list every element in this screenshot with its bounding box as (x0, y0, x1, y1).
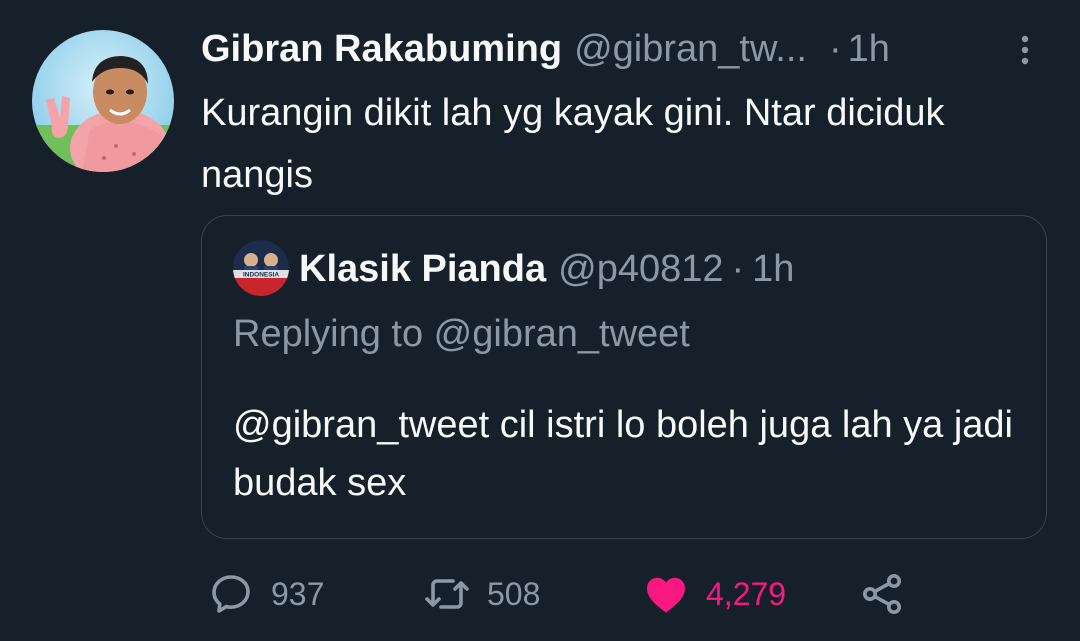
retweet-count: 508 (487, 575, 541, 612)
like-count: 4,279 (706, 575, 787, 612)
separator-dot: · (828, 28, 842, 70)
tweet-text: Kurangin dikit lah yg kayak gini. Ntar d… (201, 92, 945, 196)
user-avatar-icon (32, 30, 174, 172)
quoted-text: @gibran_tweet cil istri lo boleh juga la… (233, 404, 1014, 504)
quoted-header: Klasik Pianda @p40812 · 1h (299, 244, 794, 294)
author-handle[interactable]: @gibran_tw... (574, 26, 807, 72)
retweet-icon (425, 579, 469, 609)
heart-icon (647, 577, 685, 613)
quoted-separator-dot: · (731, 248, 745, 290)
more-options-button[interactable] (1013, 30, 1037, 70)
quoted-author-avatar[interactable]: INDONESIA (233, 240, 289, 296)
quoted-timestamp: 1h (752, 248, 795, 290)
reply-icon (212, 575, 250, 613)
quoted-author-handle[interactable]: @p40812 (558, 244, 723, 294)
share-button[interactable] (858, 570, 906, 618)
share-icon (863, 574, 901, 614)
reply-count: 937 (271, 575, 325, 612)
action-bar: 937 508 4,279 (201, 570, 961, 618)
author-avatar[interactable] (32, 30, 174, 172)
like-button[interactable]: 4,279 (642, 570, 786, 618)
reply-button[interactable]: 937 (207, 570, 324, 618)
tweet-header: Gibran Rakabuming @gibran_tw... · 1h (201, 26, 890, 72)
author-name[interactable]: Gibran Rakabuming (201, 26, 562, 72)
quoted-tweet[interactable]: INDONESIA Klasik Pianda @p40812 · 1h Rep… (201, 215, 1047, 539)
replying-to: Replying to @gibran_tweet (233, 313, 690, 355)
retweet-button[interactable]: 508 (423, 570, 540, 618)
more-vertical-icon (1021, 35, 1029, 65)
news-logo-icon: INDONESIA (233, 240, 289, 296)
tweet-timestamp[interactable]: 1h (848, 26, 890, 72)
news-logo-text: INDONESIA (243, 272, 279, 279)
quoted-author-name[interactable]: Klasik Pianda (299, 244, 546, 294)
